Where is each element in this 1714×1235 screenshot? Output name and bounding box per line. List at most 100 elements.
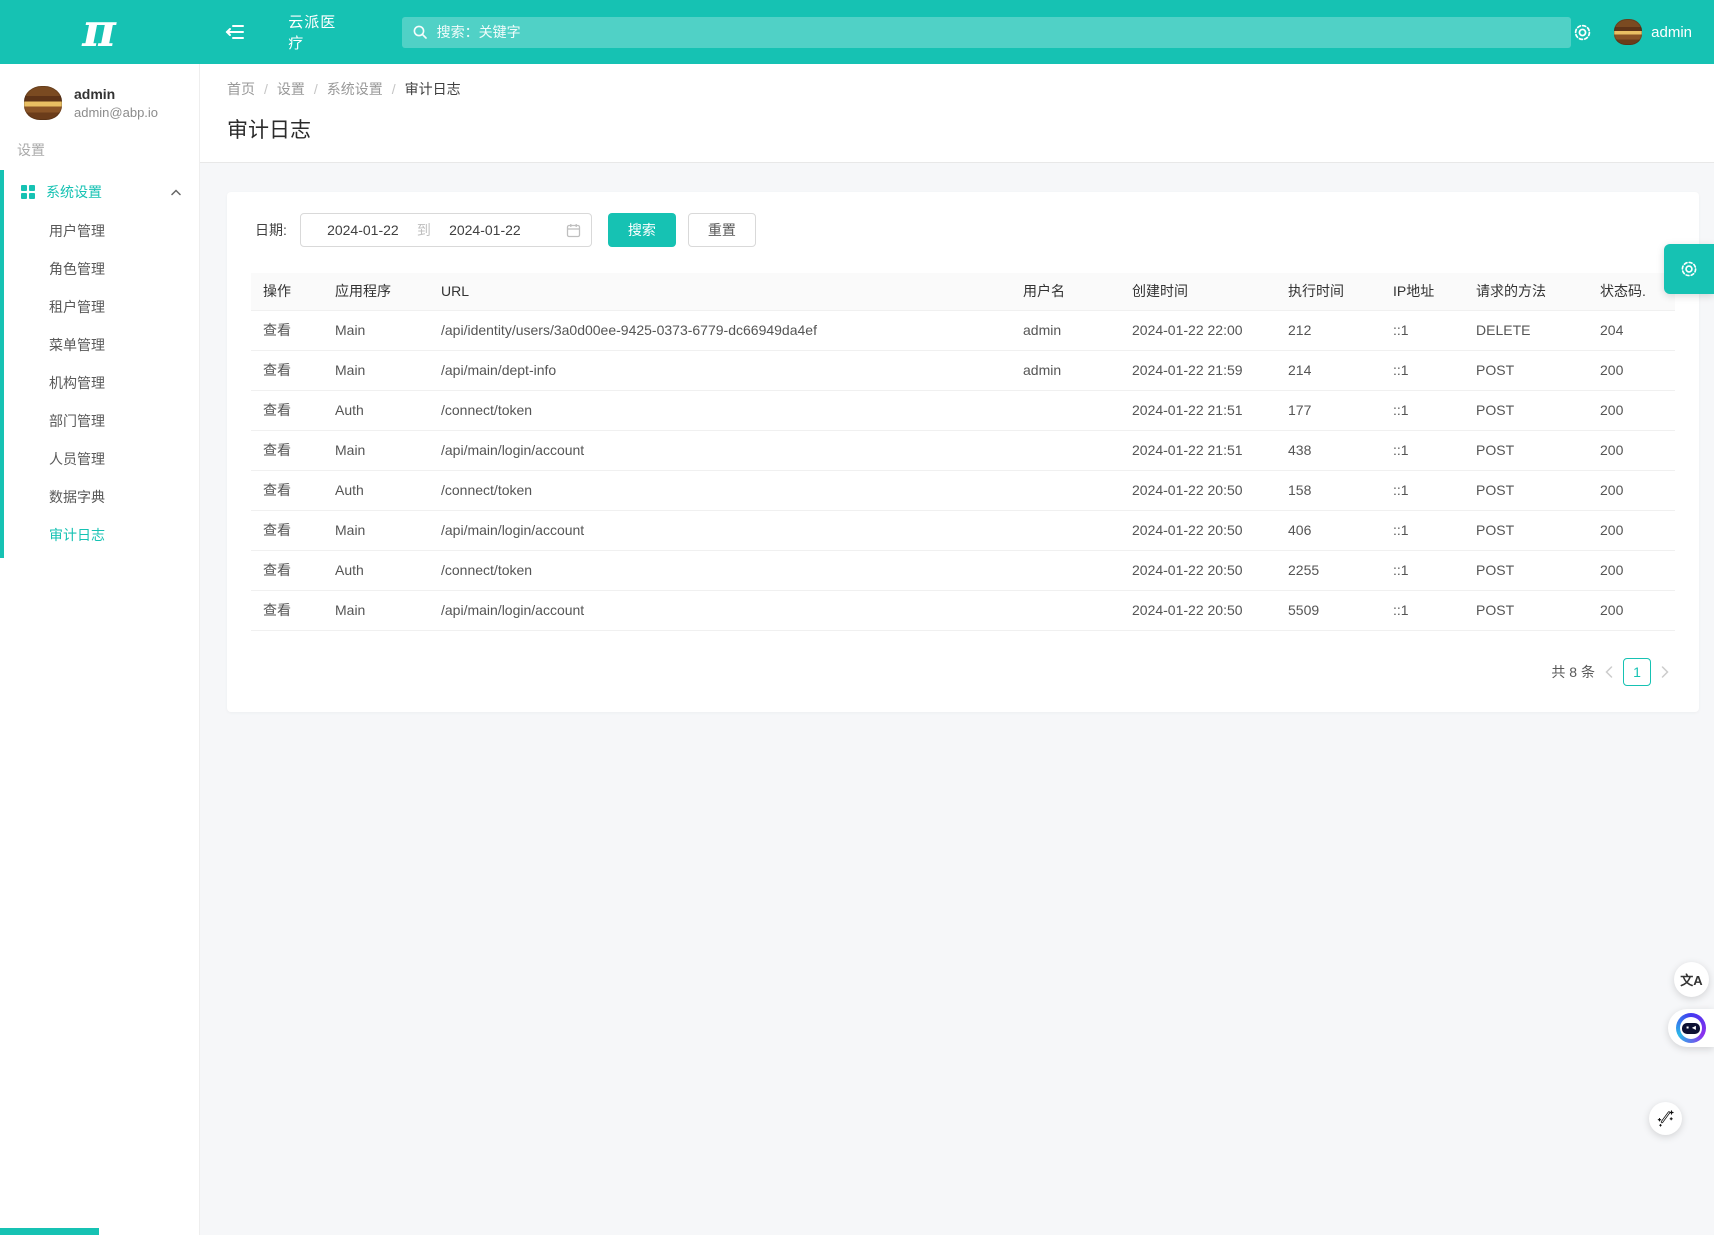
table-cell: POST bbox=[1464, 390, 1588, 430]
sidebar-item[interactable]: 角色管理 bbox=[0, 250, 199, 288]
column-header: 状态码. bbox=[1588, 273, 1675, 310]
global-search[interactable] bbox=[402, 17, 1572, 48]
sidebar-group-system-settings[interactable]: 系统设置 bbox=[0, 172, 199, 212]
table-cell: /api/identity/users/3a0d00ee-9425-0373-6… bbox=[429, 310, 1011, 350]
table-cell: 2024-01-22 20:50 bbox=[1120, 590, 1276, 630]
table-cell: 200 bbox=[1588, 470, 1675, 510]
pagination-next-icon[interactable] bbox=[1661, 666, 1669, 678]
app-logo[interactable]: π bbox=[82, 7, 116, 53]
magic-wand-button[interactable] bbox=[1649, 1102, 1682, 1135]
grid-icon bbox=[21, 185, 35, 199]
table-cell: 158 bbox=[1276, 470, 1381, 510]
sidebar-item[interactable]: 数据字典 bbox=[0, 478, 199, 516]
table-cell: 200 bbox=[1588, 390, 1675, 430]
table-cell: 406 bbox=[1276, 510, 1381, 550]
table-cell: POST bbox=[1464, 590, 1588, 630]
date-from-input[interactable] bbox=[311, 221, 415, 239]
table-cell: admin bbox=[1011, 350, 1120, 390]
sidebar-item[interactable]: 人员管理 bbox=[0, 440, 199, 478]
sidebar-group-label: 系统设置 bbox=[46, 182, 102, 202]
breadcrumb-item[interactable]: 首页 bbox=[227, 79, 255, 99]
table-cell: 2024-01-22 21:51 bbox=[1120, 390, 1276, 430]
search-button[interactable]: 搜索 bbox=[608, 213, 676, 247]
table-cell: Auth bbox=[323, 550, 429, 590]
breadcrumb-separator: / bbox=[264, 81, 268, 97]
view-link[interactable]: 查看 bbox=[251, 590, 323, 630]
page-title: 审计日志 bbox=[227, 114, 1714, 144]
range-separator: 到 bbox=[417, 220, 431, 240]
sidebar-item[interactable]: 审计日志 bbox=[0, 516, 199, 554]
view-link[interactable]: 查看 bbox=[251, 350, 323, 390]
table-cell: 200 bbox=[1588, 350, 1675, 390]
table-cell: 2255 bbox=[1276, 550, 1381, 590]
sidebar-collapse-icon[interactable] bbox=[224, 21, 246, 43]
ai-assistant-button[interactable]: ▪◂ bbox=[1668, 1009, 1714, 1047]
table-cell: /connect/token bbox=[429, 550, 1011, 590]
search-icon bbox=[412, 24, 428, 40]
view-link[interactable]: 查看 bbox=[251, 430, 323, 470]
reset-button[interactable]: 重置 bbox=[688, 213, 756, 247]
pagination-prev-icon[interactable] bbox=[1605, 666, 1613, 678]
breadcrumb-item[interactable]: 设置 bbox=[277, 79, 305, 99]
table-cell: /api/main/dept-info bbox=[429, 350, 1011, 390]
sidebar-item[interactable]: 菜单管理 bbox=[0, 326, 199, 364]
column-header: 执行时间 bbox=[1276, 273, 1381, 310]
table-row: 查看Auth/connect/token2024-01-22 20:50158:… bbox=[251, 470, 1675, 510]
theme-drawer-button[interactable] bbox=[1664, 244, 1714, 294]
pagination: 共 8 条 1 bbox=[251, 631, 1675, 712]
user-menu[interactable]: admin bbox=[1614, 19, 1692, 45]
breadcrumb-item: 审计日志 bbox=[405, 79, 461, 99]
table-cell: 2024-01-22 20:50 bbox=[1120, 510, 1276, 550]
table-cell: 5509 bbox=[1276, 590, 1381, 630]
settings-gear-icon[interactable] bbox=[1571, 21, 1594, 44]
magic-wand-icon bbox=[1656, 1109, 1675, 1128]
table-row: 查看Auth/connect/token2024-01-22 21:51177:… bbox=[251, 390, 1675, 430]
table-cell: ::1 bbox=[1381, 390, 1464, 430]
user-avatar bbox=[1614, 19, 1642, 45]
audit-log-card: 日期: 到 搜索 重置 操作应用程序URL用户名创建时间执行时间IP地址 bbox=[227, 192, 1699, 712]
table-cell bbox=[1011, 470, 1120, 510]
table-cell: 2024-01-22 21:51 bbox=[1120, 430, 1276, 470]
table-cell: POST bbox=[1464, 350, 1588, 390]
pagination-page-1[interactable]: 1 bbox=[1623, 658, 1651, 686]
table-row: 查看Main/api/main/login/account 2024-01-22 … bbox=[251, 590, 1675, 630]
column-header: 操作 bbox=[251, 273, 323, 310]
breadcrumb-item[interactable]: 系统设置 bbox=[327, 79, 383, 99]
view-link[interactable]: 查看 bbox=[251, 550, 323, 590]
translate-button[interactable]: 文A bbox=[1674, 962, 1709, 997]
sidebar-item[interactable]: 用户管理 bbox=[0, 212, 199, 250]
view-link[interactable]: 查看 bbox=[251, 470, 323, 510]
table-cell: 200 bbox=[1588, 510, 1675, 550]
column-header: URL bbox=[429, 273, 1011, 310]
view-link[interactable]: 查看 bbox=[251, 390, 323, 430]
calendar-icon bbox=[566, 223, 581, 238]
date-range-picker[interactable]: 到 bbox=[300, 213, 592, 247]
table-cell: /api/main/login/account bbox=[429, 590, 1011, 630]
breadcrumb: 首页/设置/系统设置/审计日志 bbox=[227, 79, 1714, 99]
table-cell: 2024-01-22 20:50 bbox=[1120, 550, 1276, 590]
table-cell: 200 bbox=[1588, 550, 1675, 590]
chevron-up-icon bbox=[171, 189, 181, 196]
table-cell bbox=[1011, 590, 1120, 630]
view-link[interactable]: 查看 bbox=[251, 510, 323, 550]
sidebar: admin admin@abp.io 设置 系统设置 用户管理角色管理租户管理菜… bbox=[0, 64, 200, 1235]
table-cell: Main bbox=[323, 590, 429, 630]
table-cell: POST bbox=[1464, 550, 1588, 590]
view-link[interactable]: 查看 bbox=[251, 310, 323, 350]
table-row: 查看Main/api/main/login/account2024-01-22 … bbox=[251, 430, 1675, 470]
table-cell: Auth bbox=[323, 470, 429, 510]
search-input[interactable] bbox=[435, 23, 1562, 41]
date-to-input[interactable] bbox=[433, 221, 537, 239]
column-header: IP地址 bbox=[1381, 273, 1464, 310]
sidebar-item[interactable]: 机构管理 bbox=[0, 364, 199, 402]
translate-icon: 文A bbox=[1680, 970, 1702, 989]
table-cell bbox=[1011, 550, 1120, 590]
table-cell: POST bbox=[1464, 470, 1588, 510]
sidebar-user-email: admin@abp.io bbox=[74, 105, 158, 120]
table-header-row: 操作应用程序URL用户名创建时间执行时间IP地址请求的方法状态码. bbox=[251, 273, 1675, 310]
page-head: 首页/设置/系统设置/审计日志 审计日志 bbox=[200, 64, 1714, 163]
table-cell: 177 bbox=[1276, 390, 1381, 430]
audit-table: 操作应用程序URL用户名创建时间执行时间IP地址请求的方法状态码. 查看Main… bbox=[251, 273, 1675, 631]
sidebar-item[interactable]: 租户管理 bbox=[0, 288, 199, 326]
sidebar-item[interactable]: 部门管理 bbox=[0, 402, 199, 440]
